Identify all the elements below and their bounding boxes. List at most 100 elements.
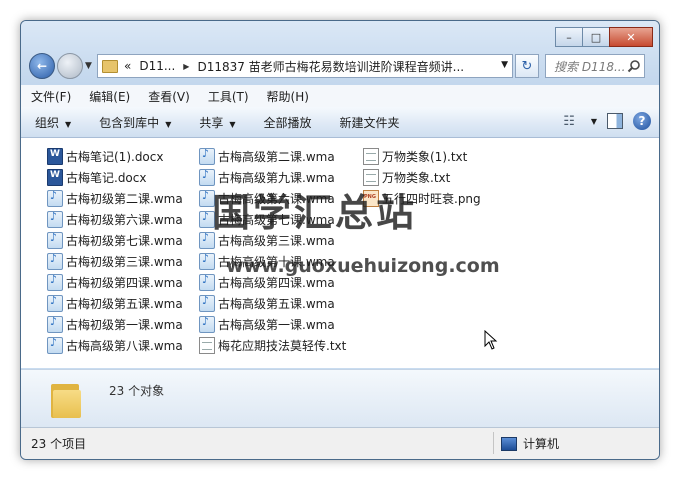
list-item[interactable]: 梅花应期技法莫轻传.txt [199,336,346,355]
play-all-button[interactable]: 全部播放 [250,114,326,131]
new-folder-button[interactable]: 新建文件夹 [326,114,414,131]
share-label: 共享 [199,115,224,130]
menu-edit[interactable]: 编辑(E) [81,88,138,105]
audio-file-icon [199,273,215,291]
audio-file-icon [47,231,63,249]
list-item[interactable]: 古梅高级第二课.wma [199,147,335,166]
refresh-button[interactable]: ↻ [515,54,539,78]
list-item[interactable]: 古梅初级第四课.wma [47,273,183,292]
command-bar-right: ☷ ▼ ? [563,112,651,130]
forward-button[interactable] [57,53,83,79]
share-button[interactable]: 共享 ▼ [185,114,249,131]
maximize-button[interactable]: □ [582,27,610,47]
breadcrumb-separator-icon[interactable]: ▶ [183,62,189,71]
close-button[interactable]: ✕ [609,27,653,47]
file-name: 古梅初级第三课.wma [66,255,183,269]
audio-file-icon [199,252,215,270]
list-item[interactable]: 古梅初级第三课.wma [47,252,183,271]
chevron-down-icon: ▼ [229,119,236,129]
chevron-down-icon: ▼ [165,119,172,129]
list-item[interactable]: 古梅笔记(1).docx [47,147,163,166]
list-item[interactable]: 古梅初级第五课.wma [47,294,183,313]
list-item[interactable]: 古梅初级第二课.wma [47,189,183,208]
file-name: 古梅高级第二课.wma [218,150,335,164]
mouse-cursor-icon [484,330,498,350]
file-name: 古梅高级第一课.wma [218,318,335,332]
file-name: 古梅笔记.docx [66,171,147,185]
audio-file-icon [47,315,63,333]
file-list: 古梅笔记(1).docx 古梅笔记.docx 古梅初级第二课.wma 古梅初级第… [21,138,659,368]
address-bar[interactable]: « D11... ▶ D11837 苗老师古梅花易数培训进阶课程音频讲... ▼ [97,54,513,78]
explorer-window: – □ ✕ ← ▼ « D11... ▶ D11837 苗老师古梅花易数培训进阶… [20,20,660,460]
window-chrome: – □ ✕ ← ▼ « D11... ▶ D11837 苗老师古梅花易数培训进阶… [21,21,659,109]
search-input[interactable]: 搜索 D118... [545,54,645,78]
organize-button[interactable]: 组织 ▼ [21,114,85,131]
file-name: 古梅初级第七课.wma [66,234,183,248]
audio-file-icon [199,294,215,312]
audio-file-icon [47,210,63,228]
details-pane: 23 个对象 [21,369,659,428]
file-name: 古梅初级第五课.wma [66,297,183,311]
organize-label: 组织 [35,115,60,130]
file-name: 梅花应期技法莫轻传.txt [218,339,347,353]
list-item[interactable]: 万物类象(1).txt [363,147,467,166]
list-item[interactable]: 古梅初级第一课.wma [47,315,183,334]
audio-file-icon [199,315,215,333]
recent-pages-dropdown[interactable]: ▼ [85,61,92,71]
navigation-row: ← ▼ « D11... ▶ D11837 苗老师古梅花易数培训进阶课程音频讲.… [29,53,651,79]
chevron-down-icon: ▼ [65,119,72,129]
caption-buttons: – □ ✕ [555,27,653,47]
include-library-button[interactable]: 包含到库中 ▼ [85,114,185,131]
menu-view[interactable]: 查看(V) [140,88,198,105]
back-button[interactable]: ← [29,53,55,79]
preview-pane-icon[interactable] [607,113,623,129]
file-name: 古梅初级第一课.wma [66,318,183,332]
menu-tools[interactable]: 工具(T) [200,88,257,105]
menu-file[interactable]: 文件(F) [23,88,79,105]
text-file-icon [199,337,215,354]
minimize-button[interactable]: – [555,27,583,47]
file-name: 万物类象(1).txt [382,150,468,164]
audio-file-icon [47,189,63,207]
command-bar: 组织 ▼ 包含到库中 ▼ 共享 ▼ 全部播放 新建文件夹 ☷ ▼ ? [21,107,659,138]
folder-icon [102,59,118,73]
list-item[interactable]: 古梅高级第五课.wma [199,294,335,313]
chevron-down-icon[interactable]: ▼ [591,117,597,126]
text-file-icon [363,148,379,165]
menu-help[interactable]: 帮助(H) [259,88,317,105]
breadcrumb-item-parent[interactable]: D11... [139,59,175,73]
search-placeholder: 搜索 D118... [554,59,626,74]
include-library-label: 包含到库中 [99,115,160,130]
object-count: 23 个对象 [109,384,165,398]
watermark-url: www.guoxuehuizong.com [226,255,500,277]
audio-file-icon [47,294,63,312]
list-item[interactable]: 古梅初级第六课.wma [47,210,183,229]
address-dropdown-icon[interactable]: ▼ [501,60,508,70]
location-indicator: 计算机 [501,435,559,452]
file-name: 古梅初级第四课.wma [66,276,183,290]
word-document-icon [47,148,63,165]
search-icon[interactable] [627,59,641,73]
help-icon[interactable]: ? [633,112,651,130]
folder-icon [49,380,81,418]
audio-file-icon [47,252,63,270]
location-label: 计算机 [523,437,560,451]
list-item[interactable]: 古梅高级第一课.wma [199,315,335,334]
item-count: 23 个项目 [31,437,87,451]
file-name: 古梅初级第六课.wma [66,213,183,227]
file-name: 古梅笔记(1).docx [66,150,164,164]
audio-file-icon [47,273,63,291]
breadcrumb-overflow[interactable]: « [124,59,131,73]
status-bar: 23 个项目 计算机 [21,427,659,459]
breadcrumb-item-current[interactable]: D11837 苗老师古梅花易数培训进阶课程音频讲... [197,58,464,75]
word-document-icon [47,169,63,186]
list-item[interactable]: 古梅笔记.docx [47,168,146,187]
refresh-icon: ↻ [521,58,533,74]
view-options-icon[interactable]: ☷ [563,114,575,129]
file-name: 古梅高级第八课.wma [66,339,183,353]
file-name: 古梅高级第五课.wma [218,297,335,311]
menu-bar: 文件(F) 编辑(E) 查看(V) 工具(T) 帮助(H) [21,85,659,107]
list-item[interactable]: 古梅高级第八课.wma [47,336,183,355]
watermark-logo: 国学汇总站 [212,191,418,235]
list-item[interactable]: 古梅初级第七课.wma [47,231,183,250]
